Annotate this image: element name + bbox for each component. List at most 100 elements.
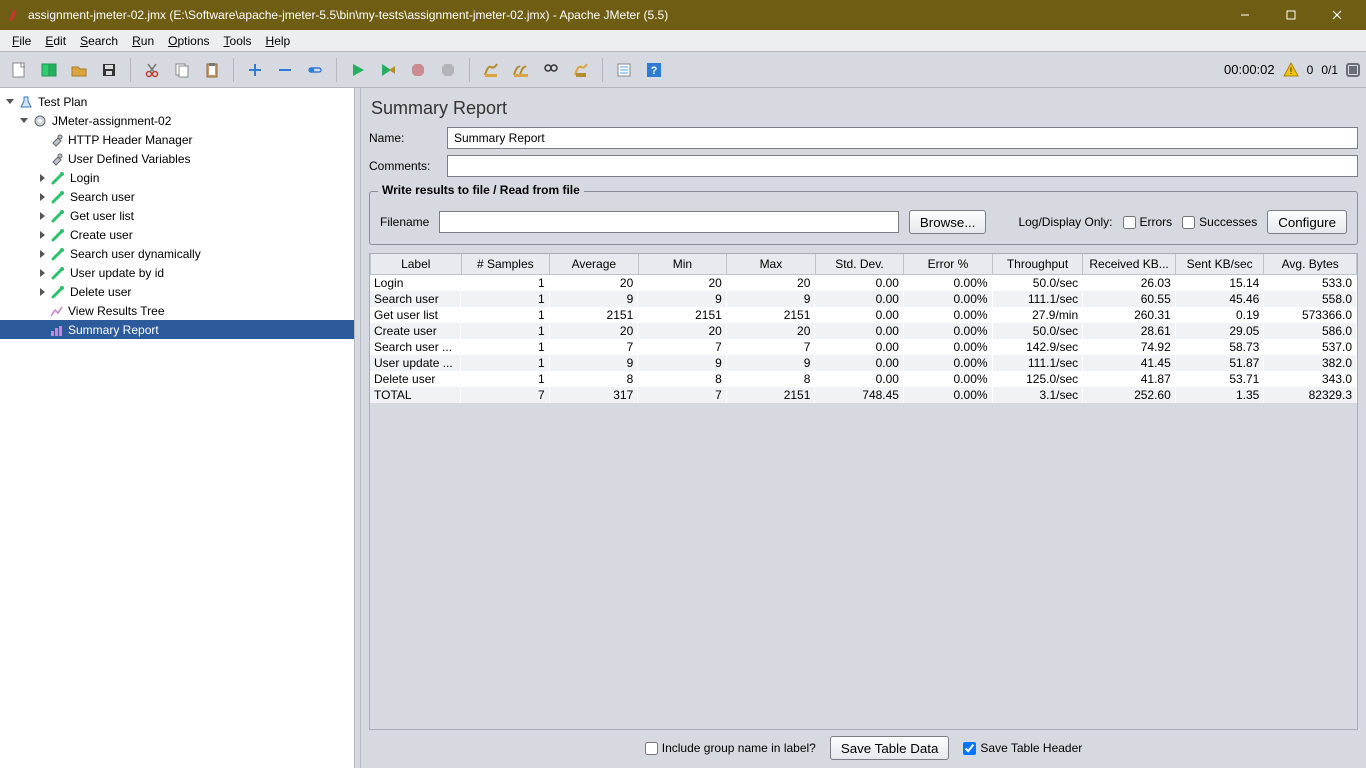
menu-help[interactable]: Help xyxy=(260,32,297,50)
table-row[interactable]: User update ...19990.000.00%111.1/sec41.… xyxy=(370,355,1357,371)
tree-thread-group[interactable]: JMeter-assignment-02 xyxy=(0,111,354,130)
elapsed-time: 00:00:02 xyxy=(1224,62,1275,77)
tree-summary-report[interactable]: Summary Report xyxy=(0,320,354,339)
table-row[interactable]: Delete user18880.000.00%125.0/sec41.8753… xyxy=(370,371,1357,387)
sampler-icon xyxy=(50,208,66,224)
menu-tools[interactable]: Tools xyxy=(218,32,258,50)
table-row[interactable]: Create user12020200.000.00%50.0/sec28.61… xyxy=(370,323,1357,339)
successes-checkbox[interactable]: Successes xyxy=(1182,215,1257,229)
copy-icon[interactable] xyxy=(169,57,195,83)
templates-icon[interactable] xyxy=(36,57,62,83)
save-table-header-checkbox[interactable]: Save Table Header xyxy=(963,741,1082,755)
menu-file[interactable]: File xyxy=(6,32,37,50)
shutdown-icon[interactable] xyxy=(435,57,461,83)
configure-button[interactable]: Configure xyxy=(1267,210,1347,234)
col-header[interactable]: Std. Dev. xyxy=(815,254,904,274)
col-header[interactable]: Label xyxy=(371,254,462,274)
thread-count: 0/1 xyxy=(1321,63,1338,77)
browse-button[interactable]: Browse... xyxy=(909,210,987,234)
reset-search-icon[interactable] xyxy=(568,57,594,83)
menu-search[interactable]: Search xyxy=(74,32,124,50)
tree-delete-user[interactable]: Delete user xyxy=(0,282,354,301)
save-table-data-button[interactable]: Save Table Data xyxy=(830,736,950,760)
col-header[interactable]: # Samples xyxy=(461,254,550,274)
tree-user-defined-vars[interactable]: User Defined Variables xyxy=(0,149,354,168)
function-helper-icon[interactable] xyxy=(611,57,637,83)
table-row[interactable]: Search user19990.000.00%111.1/sec60.5545… xyxy=(370,291,1357,307)
tree-login[interactable]: Login xyxy=(0,168,354,187)
save-icon[interactable] xyxy=(96,57,122,83)
maximize-button[interactable] xyxy=(1268,0,1314,30)
test-plan-tree[interactable]: Test Plan JMeter-assignment-02 HTTP Head… xyxy=(0,88,355,768)
sampler-icon xyxy=(50,170,66,186)
comments-label: Comments: xyxy=(369,159,439,173)
jmeter-icon xyxy=(6,6,24,24)
col-header[interactable]: Error % xyxy=(904,254,993,274)
search-icon[interactable] xyxy=(538,57,564,83)
close-button[interactable] xyxy=(1314,0,1360,30)
col-header[interactable]: Avg. Bytes xyxy=(1264,254,1357,274)
errors-checkbox[interactable]: Errors xyxy=(1123,215,1173,229)
write-results-group: Write results to file / Read from file F… xyxy=(369,191,1358,245)
col-header[interactable]: Sent KB/sec xyxy=(1175,254,1264,274)
tree-search-user-dynamically[interactable]: Search user dynamically xyxy=(0,244,354,263)
name-label: Name: xyxy=(369,131,439,145)
tree-create-user[interactable]: Create user xyxy=(0,225,354,244)
start-no-pause-icon[interactable] xyxy=(375,57,401,83)
start-icon[interactable] xyxy=(345,57,371,83)
toggle-icon[interactable] xyxy=(302,57,328,83)
col-header[interactable]: Throughput xyxy=(992,254,1083,274)
panel-title: Summary Report xyxy=(371,98,1356,119)
filename-input[interactable] xyxy=(439,211,899,233)
expand-icon[interactable] xyxy=(242,57,268,83)
col-header[interactable]: Max xyxy=(727,254,816,274)
cut-icon[interactable] xyxy=(139,57,165,83)
tree-get-user-list[interactable]: Get user list xyxy=(0,206,354,225)
table-row[interactable]: Login12020200.000.00%50.0/sec26.0315.145… xyxy=(370,275,1357,291)
col-header[interactable]: Average xyxy=(550,254,639,274)
write-results-legend: Write results to file / Read from file xyxy=(378,183,584,197)
comments-input[interactable] xyxy=(447,155,1358,177)
paste-icon[interactable] xyxy=(199,57,225,83)
collapse-icon[interactable] xyxy=(272,57,298,83)
results-table[interactable]: Label# SamplesAverageMinMaxStd. Dev.Erro… xyxy=(369,253,1358,730)
table-row[interactable]: TOTAL731772151748.450.00%3.1/sec252.601.… xyxy=(370,387,1357,403)
warning-icon[interactable]: ! xyxy=(1283,62,1299,78)
open-icon[interactable] xyxy=(66,57,92,83)
wrench-icon xyxy=(48,132,64,148)
menu-options[interactable]: Options xyxy=(162,32,215,50)
table-row[interactable]: Search user ...17770.000.00%142.9/sec74.… xyxy=(370,339,1357,355)
tree-search-user[interactable]: Search user xyxy=(0,187,354,206)
clear-icon[interactable] xyxy=(478,57,504,83)
sampler-icon xyxy=(50,227,66,243)
tree-user-update-by-id[interactable]: User update by id xyxy=(0,263,354,282)
minimize-button[interactable] xyxy=(1222,0,1268,30)
menu-run[interactable]: Run xyxy=(126,32,160,50)
log-display-only-label: Log/Display Only: xyxy=(1018,215,1112,229)
window-title: assignment-jmeter-02.jmx (E:\Software\ap… xyxy=(28,8,1222,22)
name-input[interactable] xyxy=(447,127,1358,149)
new-icon[interactable] xyxy=(6,57,32,83)
filename-label: Filename xyxy=(380,215,429,229)
tree-view-results-tree[interactable]: View Results Tree xyxy=(0,301,354,320)
titlebar: assignment-jmeter-02.jmx (E:\Software\ap… xyxy=(0,0,1366,30)
include-group-checkbox[interactable]: Include group name in label? xyxy=(645,741,816,755)
sampler-icon xyxy=(50,265,66,281)
warn-count: 0 xyxy=(1307,63,1314,77)
col-header[interactable]: Received KB... xyxy=(1083,254,1176,274)
flask-icon xyxy=(18,94,34,110)
menu-edit[interactable]: Edit xyxy=(39,32,72,50)
tree-test-plan[interactable]: Test Plan xyxy=(0,92,354,111)
table-row[interactable]: Get user list12151215121510.000.00%27.9/… xyxy=(370,307,1357,323)
summary-report-panel: Summary Report Name: Comments: Write res… xyxy=(361,88,1366,768)
stop-icon[interactable] xyxy=(405,57,431,83)
sampler-icon xyxy=(50,284,66,300)
help-icon[interactable]: ? xyxy=(641,57,667,83)
tree-http-header-manager[interactable]: HTTP Header Manager xyxy=(0,130,354,149)
sampler-icon xyxy=(50,246,66,262)
clear-all-icon[interactable] xyxy=(508,57,534,83)
toolbar: ? 00:00:02 ! 0 0/1 xyxy=(0,52,1366,88)
results-tree-icon xyxy=(48,303,64,319)
col-header[interactable]: Min xyxy=(638,254,727,274)
sampler-icon xyxy=(50,189,66,205)
